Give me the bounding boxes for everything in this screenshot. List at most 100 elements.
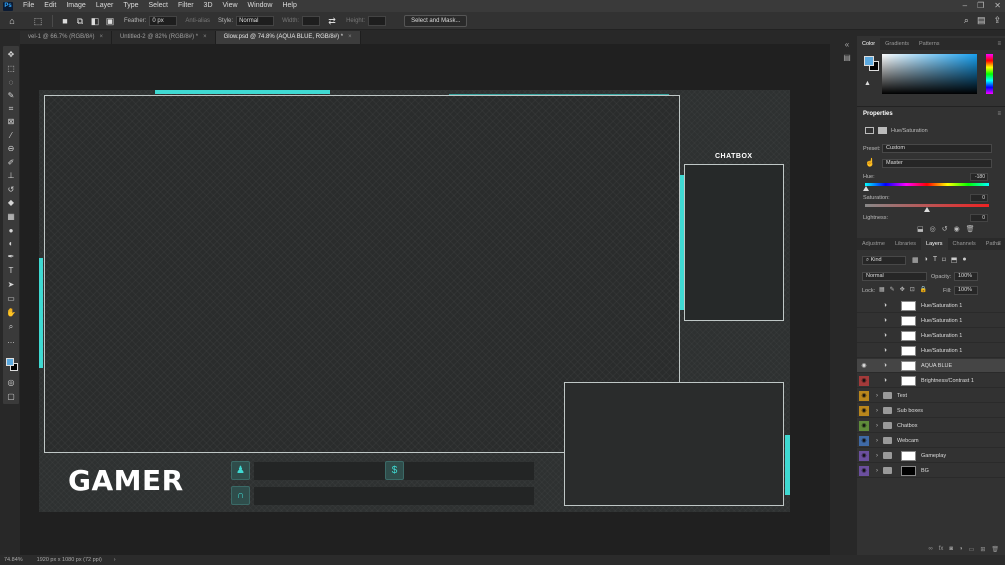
add-selection-icon[interactable]: ⧉ (74, 15, 86, 27)
type-filter-icon[interactable]: T (933, 256, 937, 264)
new-selection-icon[interactable]: ■ (59, 15, 71, 27)
menu-type[interactable]: Type (118, 0, 143, 12)
healing-tool-icon[interactable]: ⊖ (6, 144, 16, 154)
blend-mode-select[interactable]: Normal (862, 272, 927, 281)
pixel-filter-icon[interactable]: ▦ (912, 256, 919, 264)
blur-tool-icon[interactable]: ● (6, 226, 16, 236)
select-and-mask-button[interactable]: Select and Mask... (404, 14, 468, 27)
tab-level-1[interactable]: vel-1 @ 66.7% (RGB/8#) × (20, 31, 112, 44)
menu-select[interactable]: Select (144, 0, 173, 12)
workspace-icon[interactable]: ▤ (977, 15, 986, 26)
stamp-tool-icon[interactable]: ⊥ (6, 171, 16, 181)
reset-icon[interactable]: ↺ (942, 225, 948, 233)
menu-window[interactable]: Window (243, 0, 278, 12)
tab-gradients[interactable]: Gradients (880, 38, 914, 50)
tab-untitled-2[interactable]: Untitled-2 @ 82% (RGB/8#) * × (111, 31, 216, 44)
close-icon[interactable]: × (99, 34, 103, 40)
menu-view[interactable]: View (218, 0, 243, 12)
lasso-tool-icon[interactable]: ◌ (6, 78, 16, 88)
eye-icon[interactable]: ◉ (859, 406, 869, 416)
zoom-level[interactable]: 74.84% (4, 557, 23, 563)
menu-layer[interactable]: Layer (91, 0, 119, 12)
more-tools-icon[interactable]: … (6, 336, 16, 346)
visibility-icon[interactable]: ◉ (954, 225, 960, 233)
marquee-tool-icon[interactable]: ⬚ (6, 64, 16, 74)
pen-tool-icon[interactable]: ✒ (6, 252, 16, 262)
brush-tool-icon[interactable]: ✐ (6, 158, 16, 168)
tab-layers[interactable]: Layers (921, 238, 948, 250)
panel-menu-icon[interactable]: ≡ (997, 238, 1001, 250)
link-layers-icon[interactable]: ∞ (928, 546, 932, 555)
quick-mask-icon[interactable]: ◎ (6, 378, 16, 388)
tab-color[interactable]: Color (857, 38, 881, 50)
new-adjustment-icon[interactable]: ◑ (959, 546, 963, 555)
rectangle-tool-icon[interactable]: ▭ (6, 294, 16, 304)
lock-position-icon[interactable]: ✥ (900, 286, 905, 293)
feather-input[interactable]: 0 px (149, 15, 178, 26)
minimize-icon[interactable]: – (963, 0, 967, 12)
new-layer-icon[interactable]: ⊞ (980, 546, 985, 555)
menu-image[interactable]: Image (61, 0, 90, 12)
tab-glow-psd[interactable]: Glow.psd @ 74.8% (AQUA BLUE, RGB/8#) * × (215, 31, 361, 44)
filter-toggle-icon[interactable]: ● (962, 256, 966, 264)
screen-mode-icon[interactable]: ▢ (6, 392, 16, 402)
eye-icon[interactable]: ◉ (859, 376, 869, 386)
document-workspace[interactable]: CHATBOX GAMER ♟ $ ∩ (20, 44, 830, 555)
preset-select[interactable]: Custom (882, 144, 992, 153)
lock-all-icon[interactable]: 🔒 (920, 286, 927, 293)
tab-channels[interactable]: Channels (948, 238, 981, 250)
layer-row[interactable]: ◉ ◑ Brightness/Contrast 1 (857, 374, 1005, 388)
kind-filter-select[interactable]: ⌕ Kind (862, 256, 906, 265)
color-picker-field[interactable] (882, 54, 977, 94)
saturation-slider-knob[interactable] (924, 207, 930, 212)
move-tool-icon[interactable]: ✥ (6, 50, 16, 60)
width-input[interactable] (302, 15, 321, 26)
eye-icon[interactable]: ◉ (859, 391, 869, 401)
add-mask-icon[interactable]: ◙ (949, 546, 953, 555)
antialias-checkbox[interactable]: Anti-alias (185, 18, 210, 24)
menu-filter[interactable]: Filter (173, 0, 199, 12)
collapse-icon[interactable]: « (840, 40, 854, 49)
close-icon[interactable]: × (203, 34, 207, 40)
shape-filter-icon[interactable]: ⌑ (942, 256, 946, 264)
chevron-right-icon[interactable]: › (876, 464, 878, 478)
layer-row[interactable]: ◉ › Chatbox (857, 419, 1005, 433)
lightness-input[interactable]: 0 (970, 214, 988, 222)
saturation-input[interactable]: 0 (970, 194, 988, 202)
tab-adjustments[interactable]: Adjustme (857, 238, 890, 250)
path-select-tool-icon[interactable]: ➤ (6, 280, 16, 290)
tab-paths[interactable]: Paths (981, 238, 1005, 250)
swap-icon[interactable]: ⇄ (326, 15, 338, 27)
new-group-icon[interactable]: ▭ (969, 546, 975, 555)
chevron-right-icon[interactable]: › (876, 404, 878, 418)
type-tool-icon[interactable]: T (6, 266, 16, 276)
menu-3d[interactable]: 3D (199, 0, 218, 12)
hue-input[interactable]: -180 (970, 173, 988, 181)
fill-input[interactable]: 100% (954, 286, 978, 295)
hue-slider[interactable] (986, 54, 993, 94)
chevron-right-icon[interactable]: › (114, 557, 116, 563)
chevron-right-icon[interactable]: › (876, 434, 878, 448)
layer-row[interactable]: ◉ › Sub boxes (857, 404, 1005, 418)
chevron-right-icon[interactable]: › (876, 449, 878, 463)
layer-row[interactable]: ◉ › Webcam (857, 434, 1005, 448)
share-icon[interactable]: ⇪ (993, 15, 1001, 26)
layer-row[interactable]: ◉ › BG (857, 464, 1005, 478)
chevron-right-icon[interactable]: › (876, 419, 878, 433)
gradient-tool-icon[interactable]: ▦ (6, 212, 16, 222)
eye-icon[interactable]: ◉ (859, 361, 869, 371)
opacity-input[interactable]: 100% (954, 272, 978, 281)
eye-icon[interactable]: ◉ (859, 436, 869, 446)
history-panel-icon[interactable]: ▤ (840, 53, 854, 62)
lock-artboard-icon[interactable]: ⊡ (910, 286, 915, 293)
delete-layer-icon[interactable]: 🗑 (991, 546, 999, 555)
delete-icon[interactable]: 🗑 (966, 225, 975, 233)
lock-transparent-icon[interactable]: ▦ (879, 286, 885, 293)
style-select[interactable]: Normal (236, 15, 275, 26)
lock-pixels-icon[interactable]: ✎ (890, 286, 895, 293)
eraser-tool-icon[interactable]: ◆ (6, 198, 16, 208)
panel-menu-icon[interactable]: ≡ (997, 38, 1001, 50)
view-previous-icon[interactable]: ◎ (930, 225, 936, 233)
layer-row[interactable]: ◉ › Gameplay (857, 449, 1005, 463)
layer-row[interactable]: ◑ Hue/Saturation 1 (857, 344, 1005, 358)
